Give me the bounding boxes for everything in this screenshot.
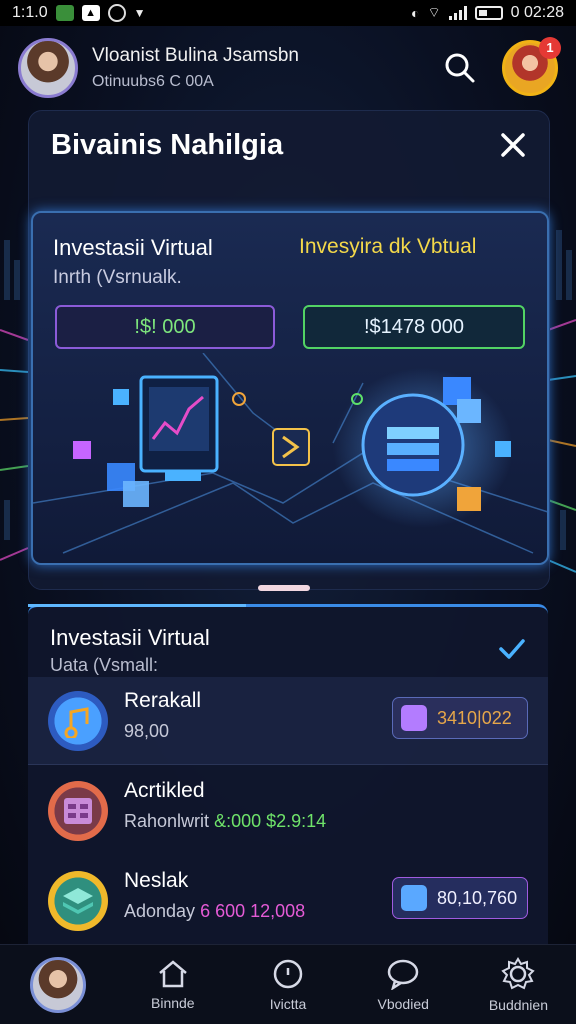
home-icon: [158, 959, 187, 987]
item-value-chip[interactable]: 3410|022: [392, 697, 528, 739]
arrow-right-icon: [272, 428, 310, 466]
app-screen: 1:1.0 ▲ ▼ ◐ ⌔ 0 02:28 Vloanist Bulina Js…: [0, 0, 576, 1024]
item-sub-label: Adonday: [124, 901, 196, 921]
purple-cube-icon: [401, 705, 427, 731]
list-subtitle: Uata (Vsmall:: [50, 655, 159, 675]
list-title: Investasii Virtual: [50, 625, 210, 650]
profile-button[interactable]: 1: [502, 37, 561, 96]
item-subtitle: Adonday 6 600 12,008: [124, 901, 305, 922]
user-subtitle: Otinuubs6 C 00A: [92, 73, 214, 90]
item-value-chip[interactable]: 80,10,760: [392, 877, 528, 919]
modal-title: Bivainis Nahilgia: [51, 129, 284, 161]
sync-icon: [107, 4, 126, 22]
list-item[interactable]: Neslak Adonday 6 600 12,008 80,10,760: [28, 857, 548, 945]
panel-title-right: Invesyira dk Vbtual: [299, 235, 477, 258]
search-button[interactable]: [440, 48, 480, 88]
gear-icon: [501, 956, 536, 989]
check-icon[interactable]: [498, 637, 526, 661]
nav-chat[interactable]: Vbodied: [346, 945, 461, 1024]
item-name: Rerakall: [124, 689, 202, 712]
drag-handle[interactable]: [258, 585, 310, 591]
target-icon: [273, 959, 303, 988]
value-field-left[interactable]: !$! 000: [55, 305, 275, 349]
notification-badge: 1: [539, 37, 561, 59]
nav-home[interactable]: Binnde: [115, 945, 230, 1024]
status-time: 1:1.0: [12, 4, 48, 21]
user-info: Vloanist Bulina Jsamsbn Otinuubs6 C 00A: [92, 45, 440, 91]
shield-stack-icon: [361, 393, 465, 497]
nav-profile[interactable]: [0, 945, 115, 1024]
item-subtitle: Rahonlwrit &:000 $2.9:14: [124, 811, 326, 832]
value-field-right[interactable]: !$1478 000: [303, 305, 525, 349]
app-notification-icon: [55, 5, 74, 21]
item-sub-value: 6 600 12,008: [200, 901, 306, 921]
user-name: Vloanist Bulina Jsamsbn: [92, 45, 299, 66]
panel-subtitle: Inrth (Vsrnualk.: [53, 267, 182, 288]
nav-settings[interactable]: Buddnien: [461, 945, 576, 1024]
gallery-icon: ▲: [81, 5, 100, 21]
app-header: Vloanist Bulina Jsamsbn Otinuubs6 C 00A …: [0, 28, 576, 108]
investment-panel: Investasii Virtual Invesyira dk Vbtual I…: [31, 211, 549, 565]
chip-value: 80,10,760: [437, 887, 518, 908]
battery-icon: [474, 6, 503, 20]
blue-cube-icon: [401, 885, 427, 911]
status-bar: 1:1.0 ▲ ▼ ◐ ⌔ 0 02:28: [0, 0, 576, 26]
list-item[interactable]: Rerakall 98,00 3410|022: [28, 677, 548, 765]
panel-accent-bar: [28, 604, 246, 607]
bottom-navigation: Binnde Ivictta Vbodied Buddnien: [0, 944, 576, 1024]
item-name: Acrtikled: [124, 779, 205, 802]
item-sub-label: Rahonlwrit: [124, 811, 210, 831]
nav-label: Binnde: [151, 994, 195, 1011]
status-clock: 0 02:28: [510, 4, 564, 21]
close-icon[interactable]: [495, 127, 531, 163]
signal-icon: [448, 6, 467, 20]
search-icon: [445, 53, 475, 83]
vibrate-icon: ◐: [410, 5, 420, 21]
item-amount: 98,00: [124, 721, 170, 741]
item-sub-value: &:000 $2.9:14: [214, 811, 327, 831]
investment-list-panel: Investasii Virtual Uata (Vsmall: Rerakal…: [28, 604, 548, 944]
list-item[interactable]: Acrtikled Rahonlwrit &:000 $2.9:14: [28, 767, 548, 855]
layers-icon: [48, 871, 108, 931]
item-name: Neslak: [124, 869, 189, 892]
investment-illustration: [33, 353, 547, 554]
dropdown-arrow-icon: ▼: [133, 6, 146, 20]
monitor-chart-icon: [139, 375, 219, 481]
chat-icon: [387, 959, 419, 990]
music-note-icon: [48, 691, 108, 751]
nav-avatar: [29, 956, 86, 1013]
panel-title-left: Investasii Virtual: [53, 235, 213, 260]
wifi-icon: ⌔: [427, 4, 441, 20]
nav-label: Buddnien: [488, 996, 548, 1013]
nav-label: Vbodied: [377, 995, 429, 1012]
chip-value: 3410|022: [437, 707, 512, 728]
investment-modal: Bivainis Nahilgia Investasii Virtual Inv…: [28, 110, 550, 590]
calendar-grid-icon: [48, 781, 108, 841]
nav-label: Ivictta: [269, 995, 307, 1012]
nav-target[interactable]: Ivictta: [230, 945, 345, 1024]
user-avatar[interactable]: [18, 38, 78, 98]
